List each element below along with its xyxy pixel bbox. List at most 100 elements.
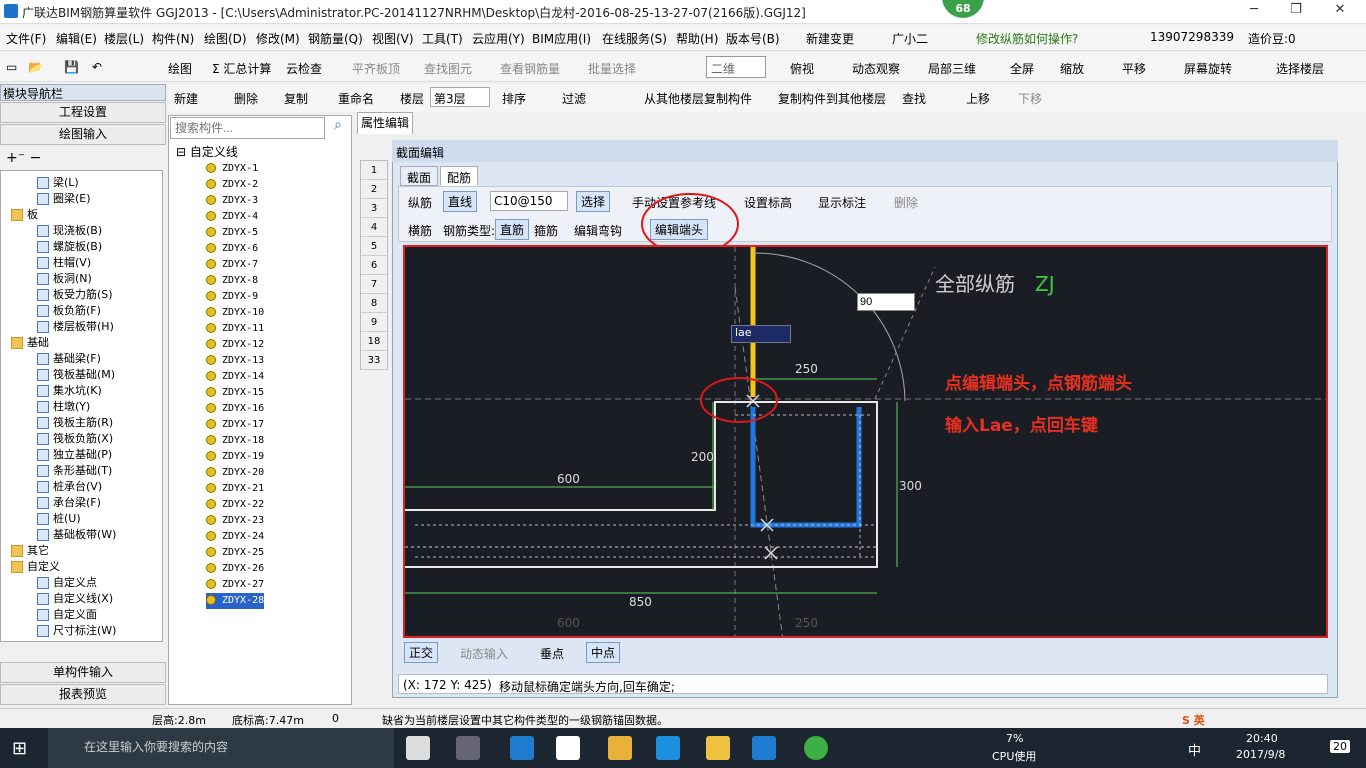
nav-tree-item[interactable]: 螺旋板(B) [37, 239, 102, 255]
list-item[interactable]: ZDYX-28 [206, 593, 265, 609]
report-preview-button[interactable]: 报表预览 [0, 684, 166, 705]
copy-button[interactable]: 复制 [284, 90, 308, 107]
list-item[interactable]: ZDYX-9 [206, 289, 258, 305]
dynamic-view-button[interactable]: 动态观察 [852, 60, 900, 77]
nav-tree-item[interactable]: 自定义点 [37, 575, 97, 591]
nav-tree-item[interactable]: 现浇板(B) [37, 223, 102, 239]
minimize-icon[interactable]: ─ [1244, 2, 1264, 20]
menu-tools[interactable]: 工具(T) [422, 30, 463, 47]
list-item[interactable]: ZDYX-15 [206, 385, 264, 401]
nav-tree-item[interactable]: 集水坑(K) [37, 383, 102, 399]
nav-tree-item[interactable]: 自定义面 [37, 607, 97, 623]
nav-tree-item[interactable]: 承台梁(F) [37, 495, 101, 511]
list-item[interactable]: ZDYX-7 [206, 257, 258, 273]
collapse-icon[interactable]: ⊟ [176, 145, 190, 159]
nav-tree-item[interactable]: 板受力筋(S) [37, 287, 113, 303]
menu-bim[interactable]: BIM应用(I) [532, 30, 591, 47]
align-slab-top-button[interactable]: 平齐板顶 [352, 60, 400, 77]
nav-tree-item[interactable]: 其它 [11, 543, 49, 559]
taskbar-search-box[interactable]: 在这里输入你要搜索的内容 [48, 728, 394, 768]
list-item[interactable]: ZDYX-25 [206, 545, 264, 561]
ime-indicator[interactable]: 中 [1188, 740, 1201, 759]
edit-hook-button[interactable]: 编辑弯钩 [574, 222, 622, 239]
drawing-canvas[interactable]: 全部纵筋 ZJ 250 200 600 300 850 600 250 点编辑端… [403, 245, 1328, 638]
view-mode-select[interactable]: 二维 [706, 56, 766, 78]
menu-help[interactable]: 帮助(H) [676, 30, 718, 47]
list-item[interactable]: ZDYX-17 [206, 417, 264, 433]
nav-tree-item[interactable]: 圈梁(E) [37, 191, 91, 207]
list-item[interactable]: ZDYX-1 [206, 161, 258, 177]
view-rebar-qty-button[interactable]: 查看钢筋量 [500, 60, 560, 77]
nav-tree-item[interactable]: 尺寸标注(W) [37, 623, 116, 639]
undo-icon[interactable]: ↶ [92, 60, 102, 74]
user-phone[interactable]: 13907298339 [1150, 30, 1234, 44]
file-explorer-icon[interactable] [608, 736, 632, 760]
list-item[interactable]: ZDYX-16 [206, 401, 264, 417]
expand-all-icon[interactable]: +⁻ − [6, 150, 41, 166]
midpoint-button[interactable]: 中点 [586, 642, 621, 663]
straight-line-button[interactable]: 直线 [443, 191, 478, 212]
menu-cloud[interactable]: 云应用(Y) [472, 30, 525, 47]
nav-tree-item[interactable]: 板负筋(F) [37, 303, 101, 319]
list-item[interactable]: ZDYX-11 [206, 321, 264, 337]
menu-online[interactable]: 在线服务(S) [602, 30, 667, 47]
straight-rebar-button[interactable]: 直筋 [495, 219, 530, 240]
nav-tree-item[interactable]: 梁(L) [37, 175, 79, 191]
nav-tree-item[interactable]: 条形基础(T) [37, 463, 112, 479]
ggj-app-icon[interactable] [752, 736, 776, 760]
drawing-input-button[interactable]: 绘图输入 [0, 124, 166, 145]
nav-tree-item[interactable]: 筏板负筋(X) [37, 431, 113, 447]
list-item[interactable]: ZDYX-8 [206, 273, 258, 289]
nav-tree-item[interactable]: 板 [11, 207, 38, 223]
set-elevation-button[interactable]: 设置标高 [744, 194, 792, 211]
show-annotation-button[interactable]: 显示标注 [818, 194, 866, 211]
zoom-button[interactable]: 缩放 [1060, 60, 1084, 77]
engineering-settings-button[interactable]: 工程设置 [0, 102, 166, 123]
nav-tree-item[interactable]: 柱帽(V) [37, 255, 91, 271]
filter-button[interactable]: 过滤 [562, 90, 586, 107]
menu-component[interactable]: 构件(N) [152, 30, 194, 47]
ortho-button[interactable]: 正交 [404, 642, 439, 663]
list-item[interactable]: ZDYX-13 [206, 353, 264, 369]
perpendicular-button[interactable]: 垂点 [540, 645, 564, 662]
list-item[interactable]: ZDYX-21 [206, 481, 264, 497]
find-button[interactable]: 查找 [902, 90, 926, 107]
menu-version[interactable]: 版本号(B) [726, 30, 780, 47]
length-input[interactable] [857, 293, 915, 311]
list-item[interactable]: ZDYX-3 [206, 193, 258, 209]
dynamic-input-button[interactable]: 动态输入 [460, 645, 508, 662]
tab-section[interactable]: 截面 [400, 166, 439, 186]
save-icon[interactable]: 💾 [64, 60, 79, 74]
find-element-button[interactable]: 查找图元 [424, 60, 472, 77]
menu-view[interactable]: 视图(V) [372, 30, 414, 47]
floor-select[interactable]: 第3层 [430, 87, 490, 107]
windows-start-icon[interactable]: ⊞ [12, 738, 27, 759]
select-floor-button[interactable]: 选择楼层 [1276, 60, 1324, 77]
pan-button[interactable]: 平移 [1122, 60, 1146, 77]
task-view-icon[interactable] [406, 736, 430, 760]
nav-tree-item[interactable]: 桩(U) [37, 511, 81, 527]
new-file-icon[interactable]: ▭ [6, 60, 17, 74]
list-item[interactable]: ZDYX-22 [206, 497, 264, 513]
tab-reinforcement[interactable]: 配筋 [440, 166, 479, 186]
nav-tree-item[interactable]: 基础板带(W) [37, 527, 116, 543]
sort-button[interactable]: 排序 [502, 90, 526, 107]
nav-tree-item[interactable]: 基础 [11, 335, 49, 351]
component-search-input[interactable] [170, 117, 325, 139]
stirrup-button[interactable]: 箍筋 [534, 222, 558, 239]
help-question-link[interactable]: 修改纵筋如何操作? [976, 30, 1078, 47]
nav-tree-item[interactable]: 桩承台(V) [37, 479, 102, 495]
fullscreen-button[interactable]: 全屏 [1010, 60, 1034, 77]
list-item[interactable]: ZDYX-24 [206, 529, 264, 545]
rename-button[interactable]: 重命名 [338, 90, 374, 107]
nav-tree-item[interactable]: 板洞(N) [37, 271, 92, 287]
menu-new-change[interactable]: 新建变更 [806, 30, 854, 47]
list-item[interactable]: ZDYX-2 [206, 177, 258, 193]
move-down-button[interactable]: 下移 [1018, 90, 1042, 107]
menu-file[interactable]: 文件(F) [6, 30, 46, 47]
browser-icon[interactable] [804, 736, 828, 760]
restore-icon[interactable]: ❐ [1286, 2, 1306, 20]
single-component-input-button[interactable]: 单构件输入 [0, 662, 166, 683]
move-up-button[interactable]: 上移 [966, 90, 990, 107]
copy-to-floor-button[interactable]: 复制构件到其他楼层 [778, 90, 886, 107]
